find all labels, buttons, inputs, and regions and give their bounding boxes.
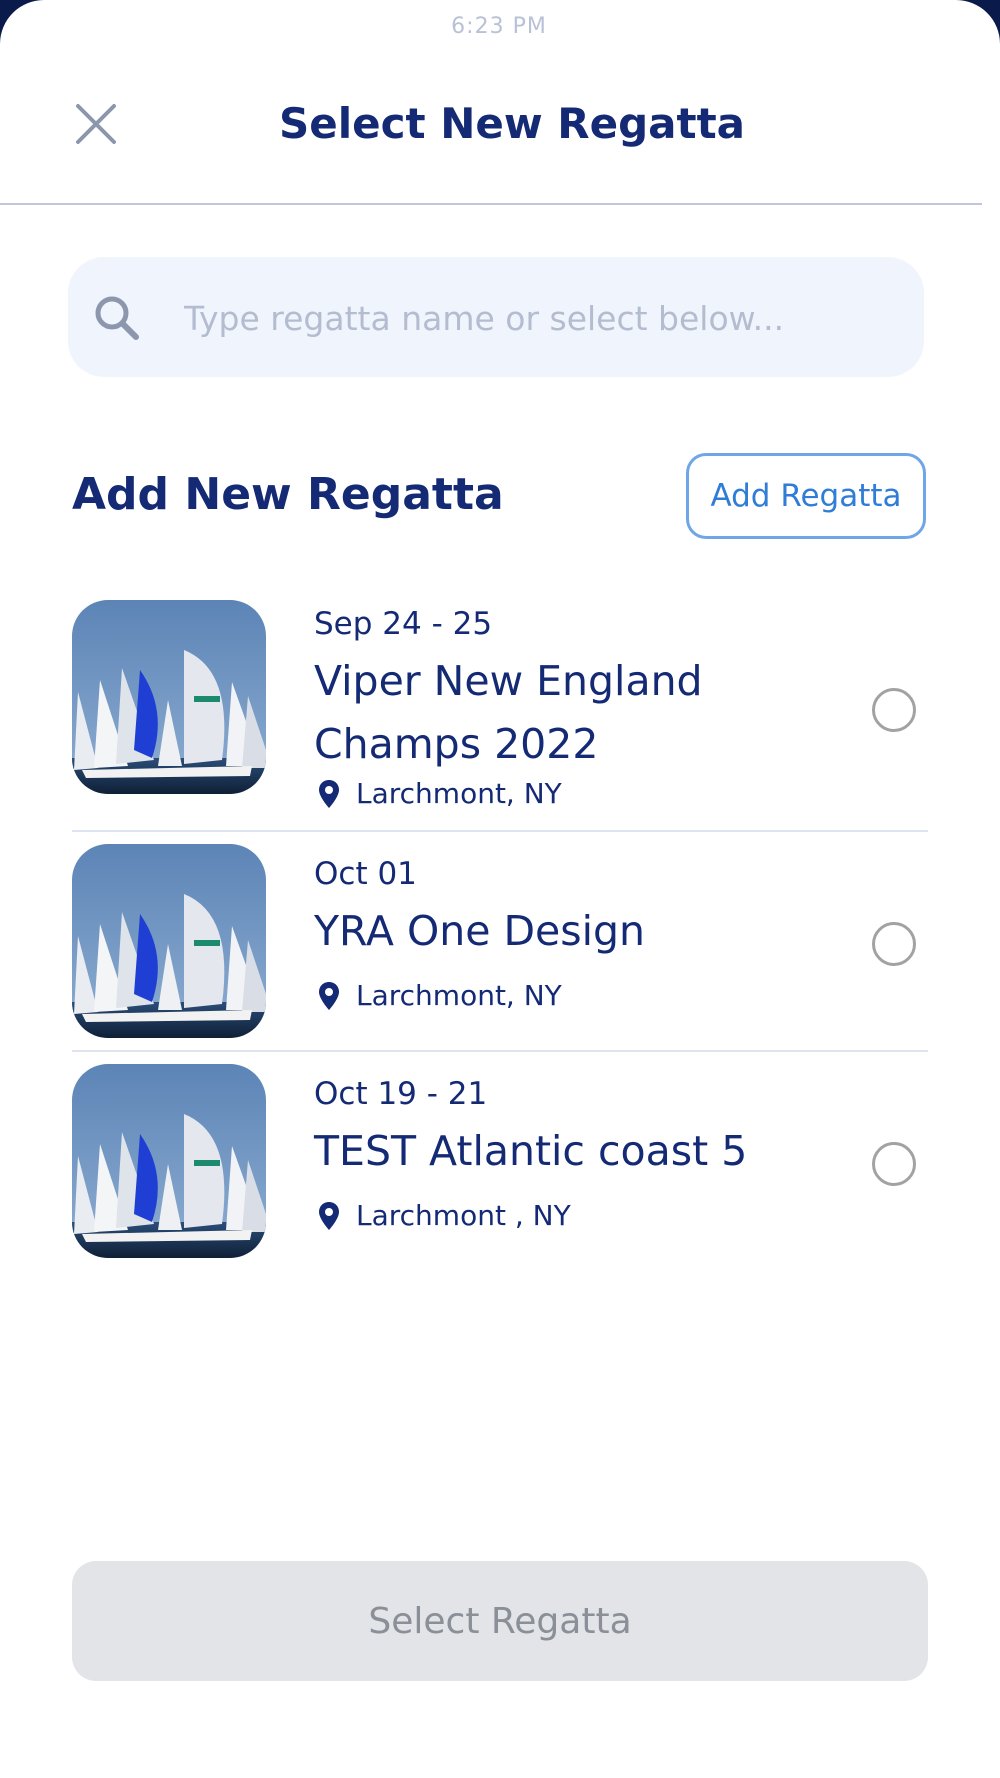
location-pin-icon <box>319 982 339 1010</box>
page-title: Select New Regatta <box>279 99 745 148</box>
regatta-thumbnail <box>72 844 266 1038</box>
regatta-location-label: Larchmont, NY <box>356 777 562 810</box>
regatta-location: Larchmont, NY <box>318 978 562 1014</box>
regatta-list-item[interactable]: Oct 19 - 21 TEST Atlantic coast 5 Larchm… <box>72 1052 928 1272</box>
regatta-date: Oct 19 - 21 <box>314 1076 488 1112</box>
regatta-list: Sep 24 - 25 Viper New England Champs 202… <box>72 596 928 1272</box>
modal-sheet: 6:23 PM Select New Regatta Add New Regat… <box>0 0 1000 1778</box>
regatta-location-label: Larchmont, NY <box>356 979 562 1012</box>
add-new-regatta-heading: Add New Regatta <box>72 469 504 520</box>
regatta-list-item[interactable]: Sep 24 - 25 Viper New England Champs 202… <box>72 596 928 832</box>
regatta-radio[interactable] <box>872 688 916 732</box>
select-regatta-button[interactable]: Select Regatta <box>72 1561 928 1681</box>
add-regatta-button[interactable]: Add Regatta <box>686 453 926 539</box>
regatta-location: Larchmont , NY <box>318 1198 571 1234</box>
regatta-date: Oct 01 <box>314 856 417 892</box>
location-pin-icon <box>319 780 339 808</box>
regatta-location-label: Larchmont , NY <box>356 1199 571 1232</box>
regatta-thumbnail <box>72 1064 266 1258</box>
regatta-thumbnail <box>72 600 266 794</box>
location-pin-icon <box>319 1202 339 1230</box>
regatta-radio[interactable] <box>872 922 916 966</box>
modal-header: Select New Regatta <box>0 0 1000 205</box>
regatta-location: Larchmont, NY <box>318 776 562 812</box>
header-divider <box>0 203 982 205</box>
regatta-name: TEST Atlantic coast 5 <box>314 1127 748 1175</box>
regatta-name: Viper New England Champs 2022 <box>314 657 703 768</box>
regatta-radio[interactable] <box>872 1142 916 1186</box>
regatta-name: YRA One Design <box>314 907 646 955</box>
regatta-date: Sep 24 - 25 <box>314 606 493 642</box>
search-input[interactable] <box>182 287 906 349</box>
search-icon <box>95 296 139 340</box>
search-bar[interactable] <box>68 257 924 377</box>
regatta-list-item[interactable]: Oct 01 YRA One Design Larchmont, NY <box>72 832 928 1052</box>
